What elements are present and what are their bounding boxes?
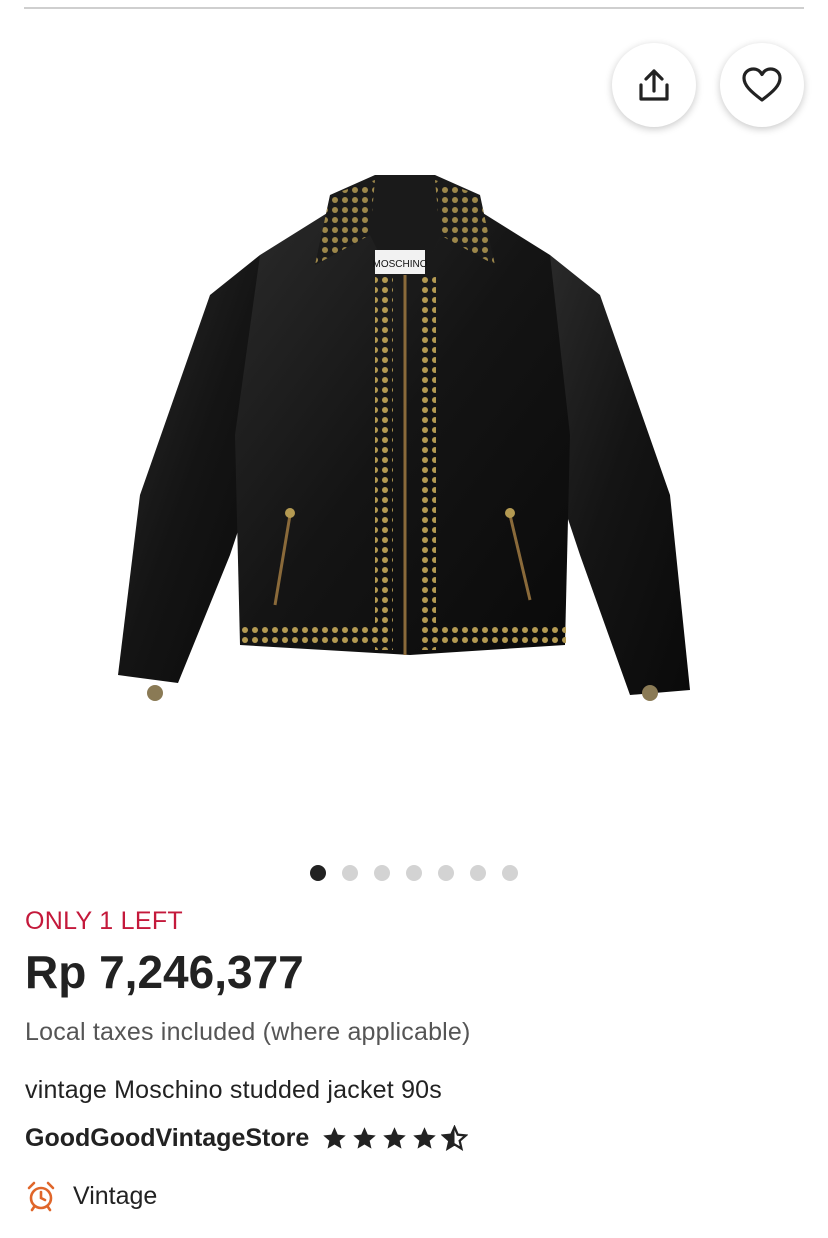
- carousel-dot[interactable]: [374, 865, 390, 881]
- carousel-dot[interactable]: [406, 865, 422, 881]
- carousel-dot[interactable]: [438, 865, 454, 881]
- heart-icon: [742, 67, 782, 102]
- star-filled-icon: [383, 1127, 407, 1149]
- favorite-button[interactable]: [720, 43, 804, 127]
- shop-row[interactable]: GoodGoodVintageStore: [25, 1124, 469, 1153]
- price: Rp 7,246,377: [25, 946, 304, 998]
- product-image[interactable]: MOSCHINO: [0, 10, 828, 850]
- carousel-dot[interactable]: [502, 865, 518, 881]
- listing-title: vintage Moschino studded jacket 90s: [25, 1076, 442, 1104]
- star-filled-icon: [353, 1127, 377, 1149]
- jacket-photo: MOSCHINO: [118, 175, 690, 701]
- carousel-dot[interactable]: [470, 865, 486, 881]
- tax-note: Local taxes included (where applicable): [25, 1018, 471, 1046]
- stock-warning: ONLY 1 LEFT: [25, 907, 183, 935]
- alarm-clock-icon: [27, 1181, 55, 1212]
- image-carousel-dots: [310, 865, 518, 881]
- share-icon: [639, 69, 669, 101]
- carousel-dot[interactable]: [342, 865, 358, 881]
- star-filled-icon: [323, 1127, 347, 1149]
- star-half-icon: [441, 1125, 469, 1151]
- tag-label: Vintage: [73, 1181, 158, 1210]
- carousel-dot[interactable]: [310, 865, 326, 881]
- star-filled-icon: [413, 1127, 437, 1149]
- listing-tag: Vintage: [25, 1180, 157, 1212]
- jacket-brand-label: MOSCHINO: [373, 259, 428, 270]
- shop-rating: [321, 1125, 469, 1152]
- shop-name-link[interactable]: GoodGoodVintageStore: [25, 1124, 309, 1153]
- top-divider: [24, 7, 804, 9]
- share-button[interactable]: [612, 43, 696, 127]
